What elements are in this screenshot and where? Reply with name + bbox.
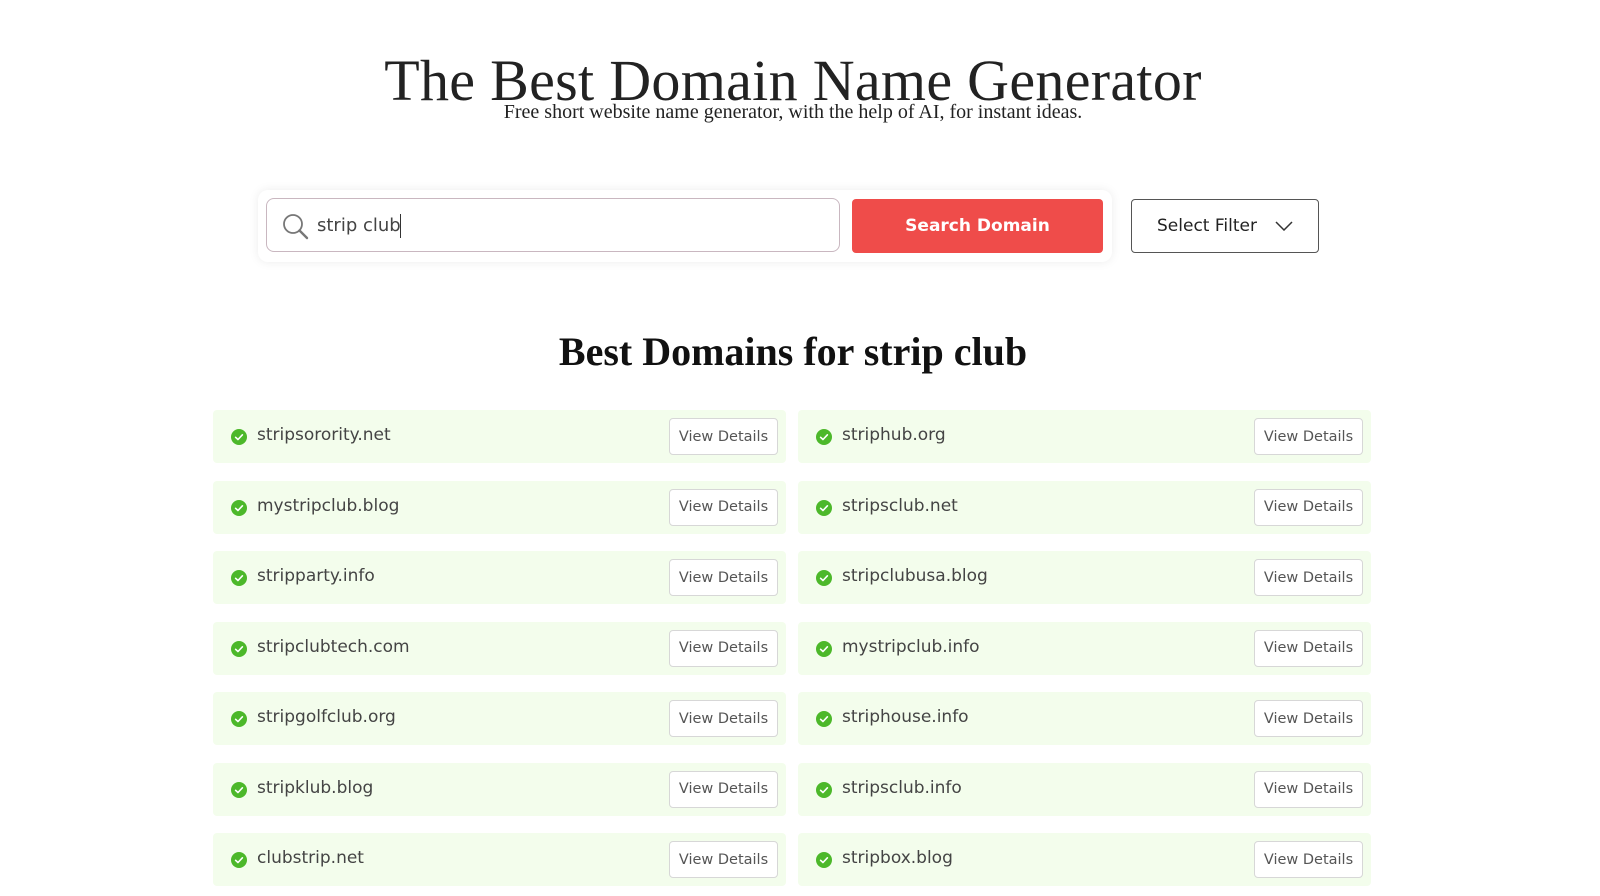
domain-name: striphub.org (842, 425, 946, 445)
domain-result-row: mystripclub.info View Details (798, 621, 1371, 675)
select-filter-dropdown[interactable]: Select Filter (1131, 199, 1319, 253)
search-field[interactable] (266, 198, 840, 252)
view-details-button[interactable]: View Details (1254, 841, 1363, 878)
domain-name: stripclubusa.blog (842, 566, 988, 586)
view-details-button[interactable]: View Details (669, 700, 778, 737)
domain-name: stripgolfclub.org (257, 707, 396, 727)
view-details-button[interactable]: View Details (669, 559, 778, 596)
check-circle-icon (816, 781, 832, 798)
view-details-button[interactable]: View Details (1254, 700, 1363, 737)
domain-result-row: stripsclub.info View Details (798, 762, 1371, 816)
domain-name: stripparty.info (257, 566, 375, 586)
domain-name: stripklub.blog (257, 777, 374, 798)
results-heading-prefix: Best Domains for (558, 329, 864, 374)
check-circle-icon (231, 429, 247, 445)
view-details-button[interactable]: View Details (1254, 418, 1363, 455)
domain-name: stripsclub.info (842, 777, 962, 798)
domain-result-row: stripsclub.net View Details (798, 480, 1371, 534)
check-circle-icon (231, 852, 247, 868)
check-circle-icon (816, 429, 832, 445)
view-details-button[interactable]: View Details (669, 841, 778, 878)
domain-result-row: stripbox.blog View Details (798, 833, 1371, 886)
check-circle-icon (231, 570, 247, 586)
domain-result-row: striphub.org View Details (798, 410, 1371, 463)
check-circle-icon (231, 781, 247, 798)
view-details-button[interactable]: View Details (1254, 770, 1363, 808)
search-input[interactable] (317, 209, 817, 241)
view-details-button[interactable]: View Details (1254, 629, 1363, 667)
select-filter-label: Select Filter (1157, 216, 1257, 236)
domain-result-row: stripclubusa.blog View Details (798, 551, 1371, 604)
check-circle-icon (816, 711, 832, 727)
page-subtitle: Free short website name generator, with … (503, 101, 1083, 123)
view-details-button[interactable]: View Details (1254, 559, 1363, 596)
results-heading: Best Domains for strip club (0, 328, 1586, 375)
check-circle-icon (231, 640, 247, 657)
results-heading-query: strip club (863, 329, 1028, 374)
domain-name: stripclubtech.com (257, 636, 410, 657)
search-card: Search Domain (258, 190, 1112, 262)
check-circle-icon (816, 852, 832, 868)
search-domain-button[interactable]: Search Domain (852, 199, 1103, 253)
check-circle-icon (816, 640, 832, 657)
domain-name: clubstrip.net (257, 848, 364, 868)
text-caret (400, 214, 401, 238)
check-circle-icon (816, 570, 832, 586)
domain-name: stripsclub.net (842, 495, 958, 516)
domain-name: striphouse.info (842, 707, 969, 727)
chevron-down-icon (1275, 221, 1293, 231)
domain-result-row: stripparty.info View Details (213, 551, 786, 604)
domain-result-row: stripgolfclub.org View Details (213, 692, 786, 745)
check-circle-icon (231, 499, 247, 516)
domain-results-list: stripsorority.net View Details striphub.or… (213, 410, 1372, 886)
domain-name: mystripclub.info (842, 636, 980, 657)
domain-result-row: striphouse.info View Details (798, 692, 1371, 745)
domain-result-row: mystripclub.blog View Details (213, 480, 786, 534)
domain-result-row: stripklub.blog View Details (213, 762, 786, 816)
domain-name: stripbox.blog (842, 848, 953, 868)
domain-result-row: stripclubtech.com View Details (213, 621, 786, 675)
view-details-button[interactable]: View Details (1254, 488, 1363, 526)
check-circle-icon (231, 711, 247, 727)
domain-name: stripsorority.net (257, 425, 391, 445)
domain-result-row: clubstrip.net View Details (213, 833, 786, 886)
view-details-button[interactable]: View Details (669, 418, 778, 455)
view-details-button[interactable]: View Details (669, 629, 778, 667)
check-circle-icon (816, 499, 832, 516)
view-details-button[interactable]: View Details (669, 770, 778, 808)
domain-result-row: stripsorority.net View Details (213, 410, 786, 463)
view-details-button[interactable]: View Details (669, 488, 778, 526)
search-icon (283, 214, 309, 240)
domain-name: mystripclub.blog (257, 495, 400, 516)
